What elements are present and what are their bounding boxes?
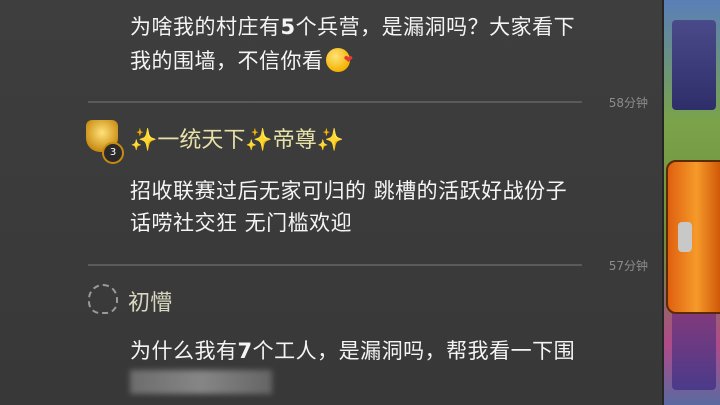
game-building (672, 20, 716, 110)
panel-toggle-icon (678, 222, 692, 252)
message-divider (88, 264, 582, 266)
message-timestamp: 58分钟 (608, 96, 648, 110)
username[interactable]: ✨一统天下✨帝尊✨ (130, 122, 344, 154)
message-text-part: 个工人，是漏洞吗，帮我看一下围 (252, 339, 576, 363)
message-text-part: 为啥我的村庄有 (130, 15, 281, 39)
message-divider (88, 101, 582, 103)
blurred-text (130, 370, 272, 394)
message-text: 话唠社交狂 无门槛欢迎 (130, 211, 353, 235)
message-text: 招收联赛过后无家可归的 跳槽的活跃好战份子 (130, 179, 568, 203)
message-text-part: 我的围墙，不信你看 (130, 49, 324, 73)
message-text-part: 为什么我有 (130, 339, 238, 363)
kiss-emoji-icon (325, 45, 353, 75)
message-text-part: 个兵营，是漏洞吗？大家看下 (295, 15, 576, 39)
username[interactable]: 初懵 (128, 285, 172, 317)
message-text: 我的围墙，不信你看 (130, 45, 353, 76)
empty-clan-badge-icon[interactable] (88, 284, 118, 314)
message-text: 为什么我有7个工人，是漏洞吗，帮我看一下围 (130, 336, 575, 366)
panel-toggle-button[interactable] (666, 160, 720, 314)
chat-panel: 为啥我的村庄有5个兵营，是漏洞吗？大家看下 我的围墙，不信你看 58分钟 3 ✨… (0, 0, 664, 405)
message-timestamp: 57分钟 (608, 259, 648, 273)
league-badge-icon[interactable]: 3 (82, 118, 124, 164)
message-text-number: 5 (280, 15, 296, 39)
message-text: 为啥我的村庄有5个兵营，是漏洞吗？大家看下 (130, 12, 575, 42)
message-text-number: 7 (237, 339, 253, 363)
level-badge: 3 (102, 142, 124, 164)
